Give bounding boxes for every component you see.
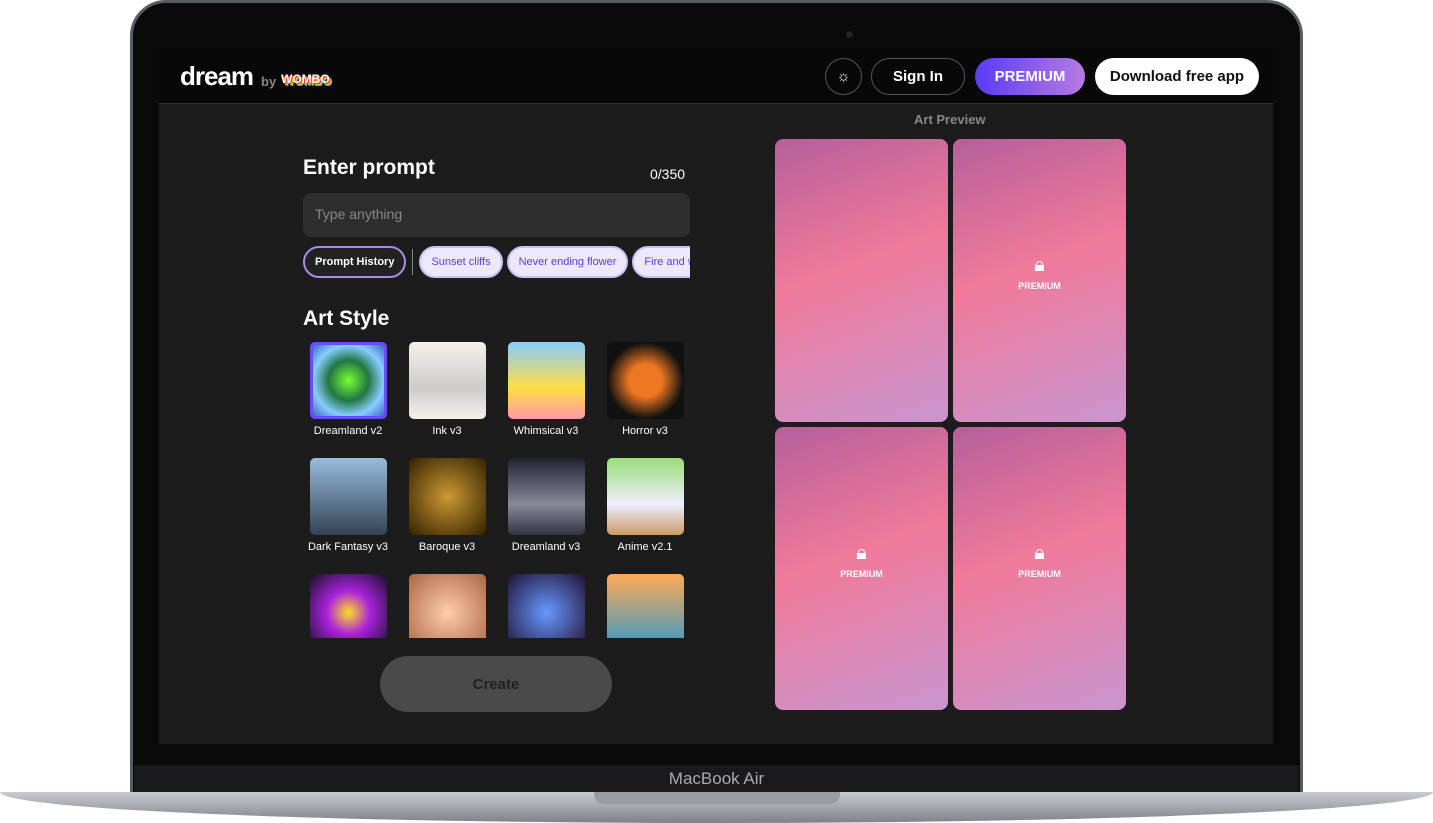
sun-icon: ☼ [836,68,851,85]
wombo-logo: WOMBO [281,72,330,86]
art-style-label: Dreamland v3 [511,541,581,553]
art-style-item[interactable]: Dark Fantasy v3 [303,458,393,553]
char-count: 0/350 [650,166,686,182]
art-style-thumbnail [408,342,486,419]
art-style-item[interactable]: Ink v3 [402,342,492,437]
art-style-thumbnail [606,574,684,638]
sign-in-button[interactable]: Sign In [871,58,965,95]
art-style-thumbnail [507,458,585,535]
art-style-label: Horror v3 [622,425,668,437]
suggestion-chip[interactable]: Sunset cliffs [419,246,503,278]
art-style-item[interactable]: Whimsical v3 [501,342,591,437]
art-style-thumbnail [309,342,387,419]
download-app-button[interactable]: Download free app [1095,58,1259,95]
art-style-item[interactable] [600,574,690,638]
art-style-label: Dark Fantasy v3 [307,541,389,553]
art-style-label: Anime v2.1 [617,541,673,553]
art-style-thumbnail [309,574,387,638]
art-style-label: Ink v3 [432,425,462,437]
preview-card [775,139,948,422]
art-style-item[interactable] [303,574,393,638]
art-style-thumbnail [408,574,486,638]
art-style-grid: Dreamland v2 Ink v3 Whimsical v3 Horror v3 D… [303,342,693,638]
art-style-title: Art Style [303,307,390,330]
prompt-chips: Prompt History Sunset cliffs Never ending … [303,246,690,278]
art-style-thumbnail [408,458,486,535]
art-style-item[interactable] [402,574,492,638]
art-style-thumbnail [507,574,585,638]
prompt-title: Enter prompt [303,156,435,179]
art-style-label: Whimsical v3 [513,425,579,437]
art-style-thumbnail [309,458,387,535]
lock-icon: 🔒︎ [1034,542,1045,564]
art-style-item[interactable]: Horror v3 [600,342,690,437]
premium-button[interactable]: PREMIUM [975,58,1085,95]
art-style-item[interactable]: Baroque v3 [402,458,492,553]
art-style-thumbnail [606,458,684,535]
logo[interactable]: dream [180,61,254,92]
header: dream by WOMBO ☼ Sign In PREMIUM Downloa… [159,48,1273,104]
prompt-input[interactable]: Type anything [303,193,690,237]
preview-card-premium[interactable]: 🔒︎ PREMIUM [953,427,1126,710]
preview-card-premium[interactable]: 🔒︎ PREMIUM [953,139,1126,422]
lock-icon: 🔒︎ [1034,254,1045,276]
art-style-item[interactable]: Dreamland v2 [303,342,393,437]
art-style-item[interactable]: Anime v2.1 [600,458,690,553]
camera [846,31,853,38]
art-style-thumbnail [606,342,684,419]
preview-card-premium[interactable]: 🔒︎ PREMIUM [775,427,948,710]
art-style-label: Baroque v3 [418,541,476,553]
logo-by: by [261,74,277,89]
prompt-history-button[interactable]: Prompt History [303,246,407,278]
lock-icon: 🔒︎ [856,542,867,564]
device-label: MacBook Air [134,765,1299,793]
laptop-notch [594,792,840,804]
art-style-label: Dreamland v2 [313,425,383,437]
art-style-thumbnail [507,342,585,419]
art-style-item[interactable]: Dreamland v3 [501,458,591,553]
suggestion-chip[interactable]: Fire and w [632,246,690,278]
art-style-item[interactable] [501,574,591,638]
divider [412,249,414,275]
art-preview-title: Art Preview [914,112,986,127]
suggestion-chip[interactable]: Never ending flower [506,246,629,278]
app-screen: dream by WOMBO ☼ Sign In PREMIUM Downloa… [159,48,1273,744]
create-button[interactable]: Create [380,656,612,712]
theme-toggle-button[interactable]: ☼ [825,58,862,95]
